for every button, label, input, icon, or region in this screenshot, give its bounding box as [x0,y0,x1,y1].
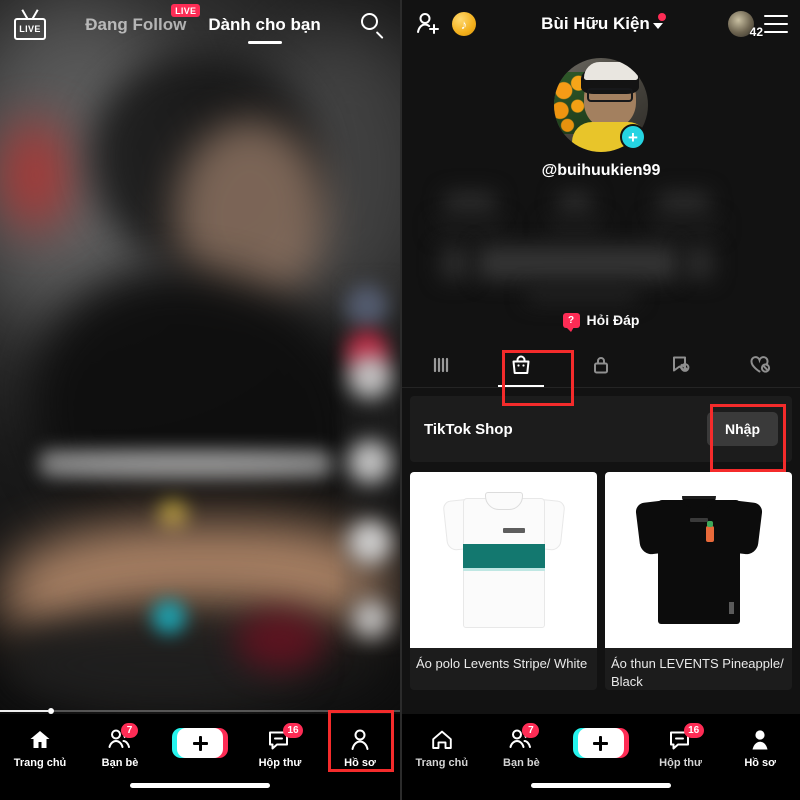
video-action-rail[interactable] [342,275,400,645]
right-phone-panel: ♪ Bùi Hữu Kiện 42 + @buihuukien99 ? Hỏi … [400,0,800,800]
inbox-icon: 16 [267,723,304,752]
profile-avatar[interactable]: + [554,58,648,152]
product-card[interactable]: Áo thun LEVENTS Pineapple/ Black [605,472,792,691]
nav-item-ban-be[interactable]: 7 Bạn bè [482,723,562,769]
badge-hop-thu: 16 [683,723,704,738]
qa-icon: ? [562,312,580,332]
feed-tabs: Đang Follow LIVE Dành cho bạn [46,4,360,35]
tiktok-coin-icon[interactable]: ♪ [452,12,476,36]
tab-live-badge: LIVE [171,4,201,17]
hamburger-menu-icon[interactable] [764,15,788,33]
nav-item-ho-so[interactable]: Hồ sơ [720,724,800,769]
product-card[interactable]: Áo polo Levents Stripe/ White [410,472,597,691]
follow-plus-icon[interactable]: + [620,124,646,150]
profile-tabs [402,342,800,406]
nav-item-hop-thu[interactable]: 16 Hộp thư [641,723,721,769]
qa-label: Hỏi Đáp [586,312,640,328]
badge-ban-be: 7 [522,723,540,738]
profile-username-label: Bùi Hữu Kiện [541,14,650,33]
tab-dang-follow-label: Đang Follow [85,15,187,34]
product-image-polo [410,472,597,648]
add-person-icon[interactable] [414,10,442,38]
nav-label-ban-be: Bạn bè [101,757,139,769]
friends-icon: 7 [508,723,540,752]
feed-top-bar: LIVE Đang Follow LIVE Dành cho bạn [0,0,400,50]
profile-top-bar: ♪ Bùi Hữu Kiện 42 [402,0,800,48]
profile-icon [747,728,773,752]
friends-icon: 7 [107,723,138,752]
video-progress-bar[interactable] [0,708,400,714]
live-icon[interactable]: LIVE [14,10,46,40]
home-indicator-left [130,783,270,788]
nav-label-ban-be: Bạn bè [503,757,540,769]
nav-label-ho-so: Hồ sơ [344,757,376,769]
video-background[interactable] [0,0,400,800]
saved-tab[interactable] [641,342,721,387]
nav-label-hop-thu: Hộp thư [659,757,702,769]
profile-username[interactable]: Bùi Hữu Kiện [486,13,718,34]
profile-handle: @buihuukien99 [541,162,661,179]
tab-danh-cho-ban[interactable]: Dành cho bạn [208,15,320,35]
heart-slash-icon [750,356,771,373]
profile-icon [347,728,373,752]
create-plus-icon[interactable] [172,728,228,758]
shop-tab[interactable] [482,342,562,387]
nhap-button[interactable]: Nhập [707,412,778,446]
nav-label-trang-chu: Trang chủ [415,757,469,769]
dual-phone-screenshot: LIVE Đang Follow LIVE Dành cho bạn Trang… [0,0,800,800]
tab-danh-cho-ban-label: Dành cho bạn [208,15,321,34]
nav-item-create[interactable] [160,724,240,758]
profile-stats-blurred [416,188,786,310]
private-tab[interactable] [561,342,641,387]
product-name: Áo thun LEVENTS Pineapple/ Black [611,656,784,689]
home-icon [429,728,455,752]
search-icon[interactable] [360,12,386,39]
nav-item-ban-be[interactable]: 7 Bạn bè [80,723,160,769]
liked-tab[interactable] [720,342,800,387]
home-icon [27,728,53,752]
product-name: Áo polo Levents Stripe/ White [416,656,588,671]
nav-item-trang-chu[interactable]: Trang chủ [0,724,80,769]
bookmark-slash-icon [673,356,690,372]
product-list: Áo polo Levents Stripe/ White Áo thun LE… [410,472,792,691]
product-image-tee [605,472,792,648]
nav-item-ho-so[interactable]: Hồ sơ [320,724,400,769]
live-icon-label: LIVE [14,18,46,40]
nav-label-hop-thu: Hộp thư [258,757,302,769]
posts-grid-tab[interactable] [402,342,482,387]
badge-hop-thu: 16 [283,723,304,738]
badge-ban-be: 7 [121,723,138,738]
mini-avatar-badge: 42 [749,25,763,39]
qa-row[interactable]: ? Hỏi Đáp [402,312,800,332]
lock-icon [593,356,608,373]
tab-dang-follow[interactable]: Đang Follow LIVE [85,4,201,35]
shopping-bag-icon [512,355,530,374]
mini-avatar[interactable]: 42 [728,11,763,39]
nav-item-trang-chu[interactable]: Trang chủ [402,724,482,769]
chevron-down-icon [652,22,663,29]
create-plus-icon[interactable] [572,728,629,758]
nav-item-hop-thu[interactable]: 16 Hộp thư [240,723,320,769]
nav-item-create[interactable] [561,724,641,758]
home-indicator-right [531,783,671,788]
grid-icon [433,357,448,372]
notification-dot [658,13,666,21]
left-phone-panel: LIVE Đang Follow LIVE Dành cho bạn Trang… [0,0,400,800]
tiktok-shop-row: TikTok Shop Nhập [410,396,792,472]
tiktok-shop-title: TikTok Shop [424,420,513,438]
nav-label-ho-so: Hồ sơ [744,757,776,769]
nav-label-trang-chu: Trang chủ [13,757,67,769]
inbox-icon: 16 [668,723,704,752]
